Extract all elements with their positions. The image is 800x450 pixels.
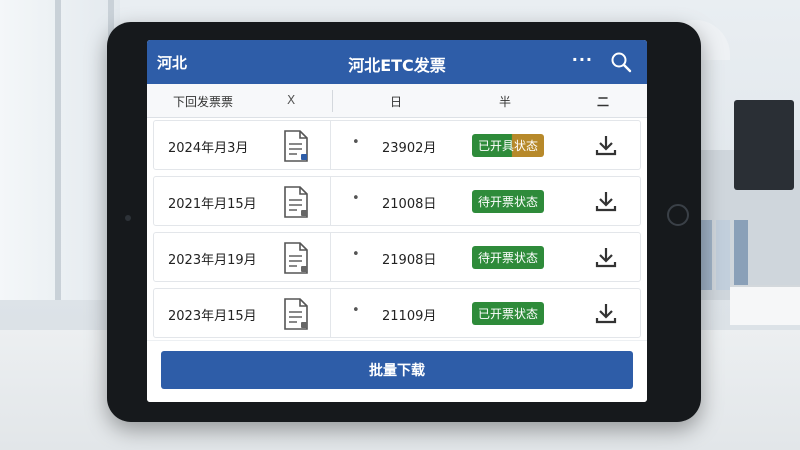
filter-menu[interactable]: 二 bbox=[597, 93, 609, 110]
document-icon bbox=[284, 186, 308, 218]
document-icon bbox=[284, 242, 308, 274]
invoice-number: 21908日 bbox=[382, 253, 437, 268]
background-paper-stack bbox=[730, 285, 800, 325]
filter-half[interactable]: 半 bbox=[499, 93, 511, 110]
invoice-row[interactable]: 2024年月3月 • 23902月 已开具状态 bbox=[153, 120, 641, 170]
row-divider bbox=[330, 177, 331, 225]
filter-divider bbox=[332, 90, 333, 112]
invoice-row[interactable]: 2023年月15月 • 21109月 已开票状态 bbox=[153, 288, 641, 338]
status-badge: 待开票状态 bbox=[472, 246, 545, 269]
invoice-date: 2024年月3月 bbox=[168, 141, 249, 156]
front-camera bbox=[125, 215, 131, 221]
document-icon bbox=[284, 130, 308, 162]
invoice-number: 21109月 bbox=[382, 309, 437, 324]
status-badge: 已开具状态 bbox=[472, 134, 545, 157]
download-icon[interactable] bbox=[594, 133, 618, 157]
background-window bbox=[0, 0, 120, 300]
download-icon[interactable] bbox=[594, 245, 618, 269]
search-icon[interactable] bbox=[609, 50, 633, 74]
row-divider bbox=[330, 233, 331, 281]
status-badge: 已开票状态 bbox=[472, 302, 545, 325]
filter-clear-button[interactable]: X bbox=[287, 93, 295, 107]
filter-day[interactable]: 日 bbox=[390, 93, 402, 110]
row-divider bbox=[330, 289, 331, 337]
invoice-date: 2023年月15月 bbox=[168, 309, 257, 324]
batch-download-button[interactable]: 批量下载 bbox=[161, 351, 633, 389]
row-marker: • bbox=[352, 303, 360, 318]
tablet-device: 河北 河北ETC发票 ... 下回发票票 X 日 半 二 2024年月3月 • … bbox=[107, 22, 701, 422]
invoice-number: 21008日 bbox=[382, 197, 437, 212]
invoice-date: 2023年月19月 bbox=[168, 253, 257, 268]
row-marker: • bbox=[352, 191, 360, 206]
download-icon[interactable] bbox=[594, 301, 618, 325]
download-icon[interactable] bbox=[594, 189, 618, 213]
app-screen: 河北 河北ETC发票 ... 下回发票票 X 日 半 二 2024年月3月 • … bbox=[147, 40, 647, 402]
filter-invoice-type[interactable]: 下回发票票 bbox=[173, 93, 233, 110]
invoice-date: 2021年月15月 bbox=[168, 197, 257, 212]
more-button[interactable]: ... bbox=[572, 46, 593, 65]
row-marker: • bbox=[352, 135, 360, 150]
status-badge: 待开票状态 bbox=[472, 190, 545, 213]
background-monitor bbox=[734, 100, 794, 190]
home-button[interactable] bbox=[667, 204, 689, 226]
invoice-row[interactable]: 2021年月15月 • 21008日 待开票状态 bbox=[153, 176, 641, 226]
row-divider bbox=[330, 121, 331, 169]
filter-bar: 下回发票票 X 日 半 二 bbox=[147, 84, 647, 118]
app-header: 河北 河北ETC发票 ... bbox=[147, 40, 647, 84]
invoice-number: 23902月 bbox=[382, 141, 437, 156]
document-icon bbox=[284, 298, 308, 330]
batch-download-bar: 批量下载 bbox=[147, 340, 647, 402]
row-marker: • bbox=[352, 247, 360, 262]
invoice-row[interactable]: 2023年月19月 • 21908日 待开票状态 bbox=[153, 232, 641, 282]
